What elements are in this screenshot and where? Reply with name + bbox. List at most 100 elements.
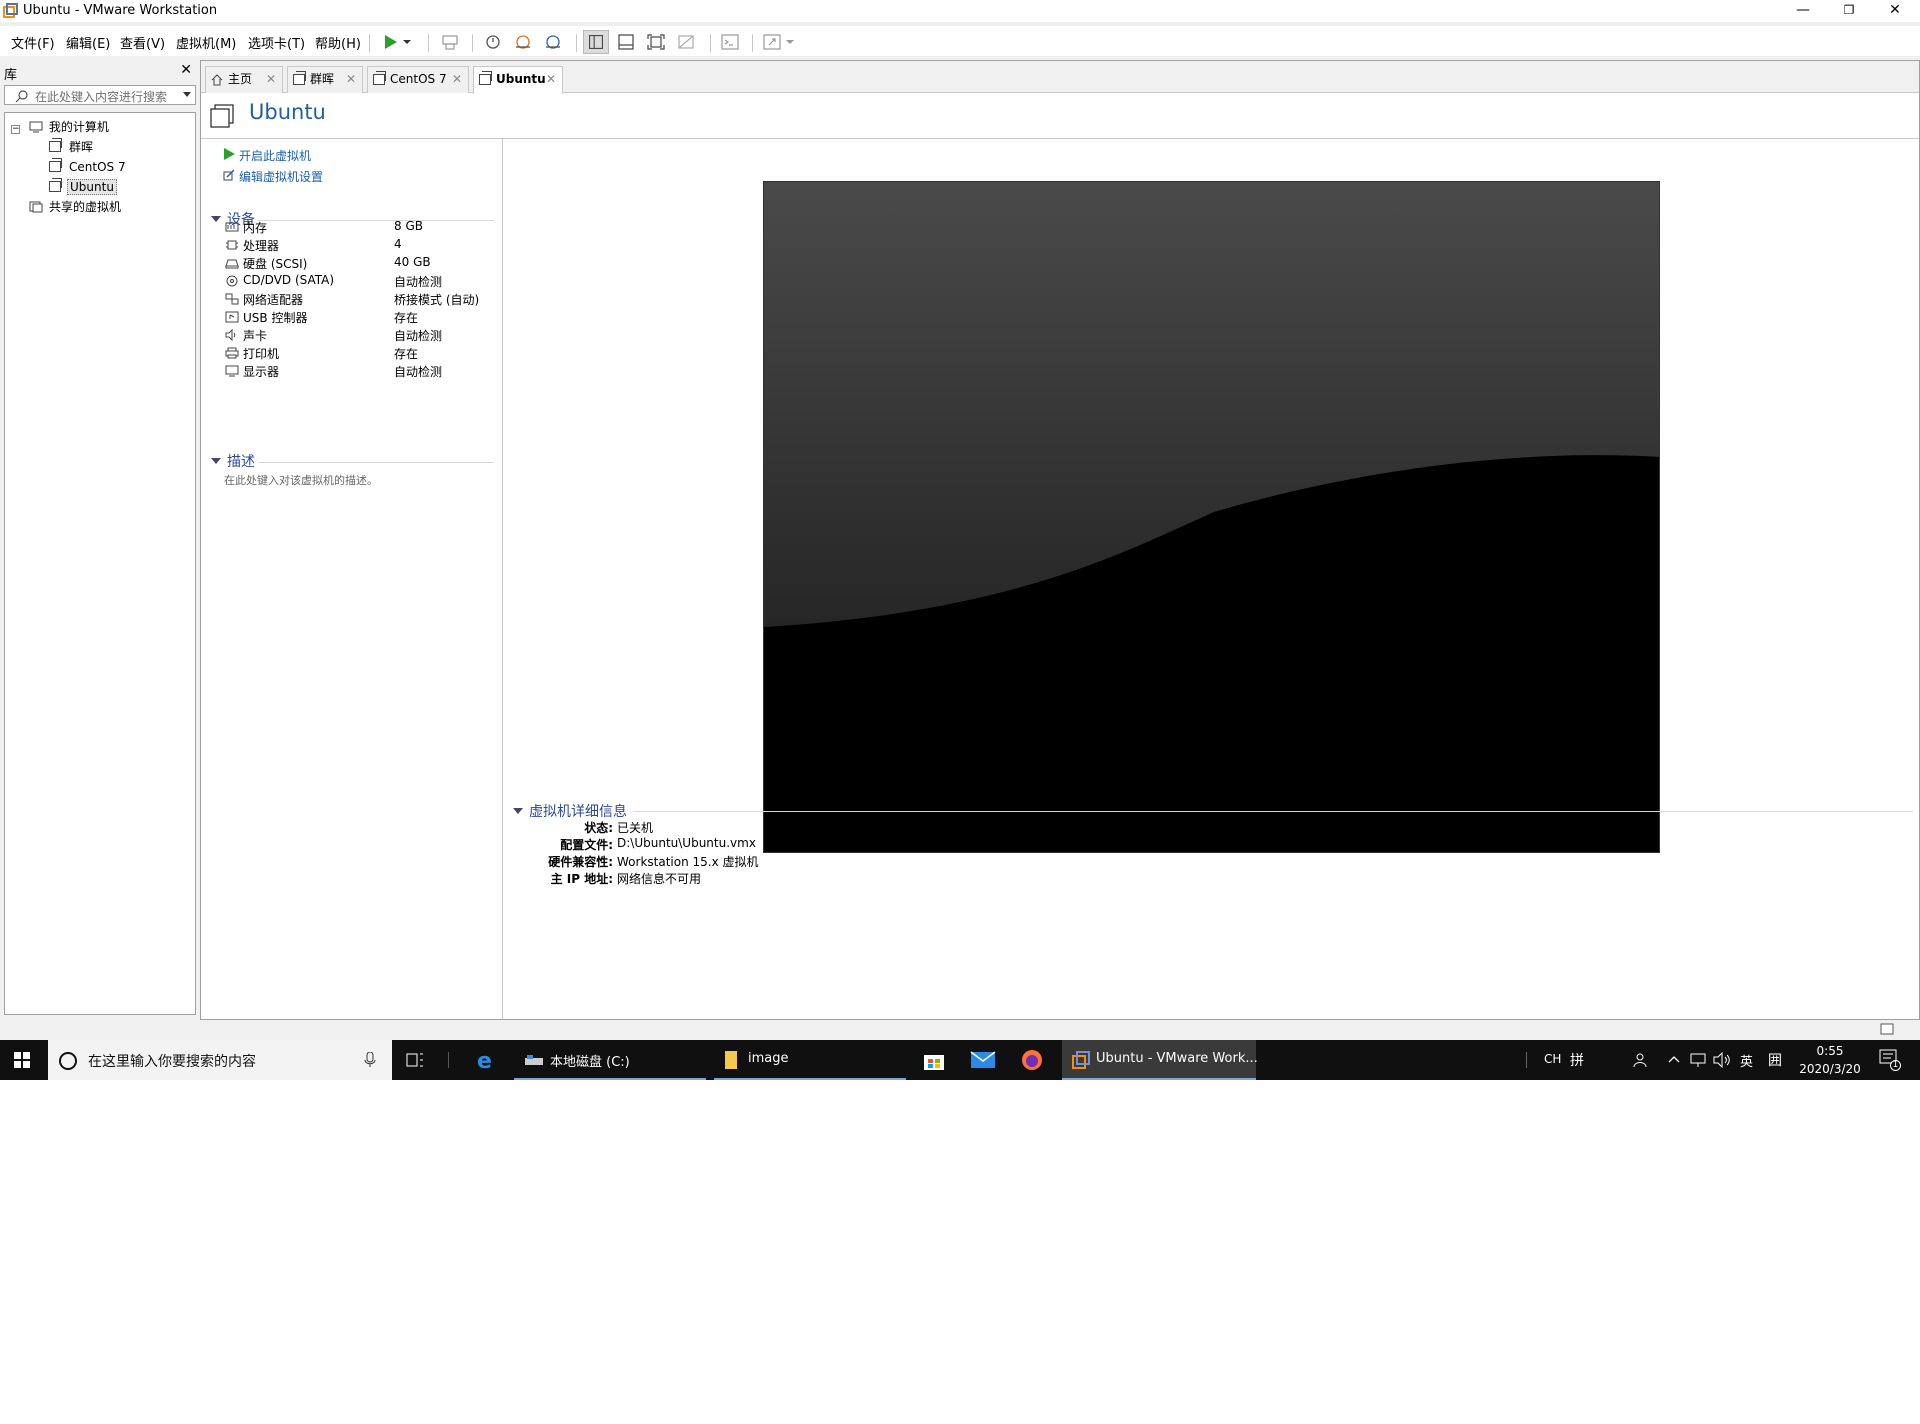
vm-details-section: 虚拟机详细信息 状态: 已关机 配置文件: D:\Ubuntu\Ubuntu.vmx 硬… xyxy=(513,801,1913,1001)
library-search-input[interactable]: 在此处键入内容进行搜索 xyxy=(4,85,196,105)
taskbar-app-label: image xyxy=(748,1051,789,1066)
vm-icon xyxy=(49,158,62,172)
dropdown-arrow-icon[interactable] xyxy=(784,30,796,54)
tab-close-icon[interactable]: ✕ xyxy=(546,67,556,92)
vmware-app-icon xyxy=(3,3,18,18)
tab-close-icon[interactable]: ✕ xyxy=(266,67,276,92)
stretch-icon[interactable] xyxy=(759,30,785,54)
device-row[interactable]: USB 控制器 存在 xyxy=(225,309,495,327)
tree-item-shared-vms[interactable]: 共享的虚拟机 xyxy=(29,199,123,216)
taskbar-app-explorer[interactable]: 本地磁盘 (C:) xyxy=(514,1040,706,1080)
close-button[interactable]: ✕ xyxy=(1872,0,1918,22)
library-panel: 库 ✕ 在此处键入内容进行搜索 − 我的计算机 群晖 CentOS 7 Ubun… xyxy=(4,60,196,1015)
vm-title: Ubuntu xyxy=(249,100,326,124)
toolbar-separator xyxy=(752,34,753,52)
show-hidden-icons-chevron-icon[interactable] xyxy=(1668,1054,1680,1064)
vm-screen-preview[interactable] xyxy=(763,181,1660,853)
taskbar-app-folder[interactable]: image xyxy=(714,1040,906,1080)
menu-view[interactable]: 查看(V) xyxy=(120,33,165,52)
notification-count-badge: 1 xyxy=(1890,1060,1901,1071)
manage-snapshots-icon[interactable] xyxy=(540,30,566,54)
minimize-button[interactable]: — xyxy=(1780,0,1826,22)
tree-item-vm[interactable]: CentOS 7 xyxy=(49,158,128,176)
device-row[interactable]: 打印机 存在 xyxy=(225,345,495,363)
taskbar-app-vmware[interactable]: Ubuntu - VMware Work... xyxy=(1062,1040,1258,1080)
device-row[interactable]: 内存 8 GB xyxy=(225,219,495,237)
windows-start-icon[interactable] xyxy=(14,1052,30,1068)
unity-icon[interactable] xyxy=(673,30,699,54)
device-name: 硬盘 (SCSI) xyxy=(243,257,308,271)
edge-browser-icon[interactable]: e xyxy=(475,1049,497,1071)
drive-icon xyxy=(525,1055,543,1065)
tree-item-vm-selected[interactable]: Ubuntu xyxy=(49,178,117,196)
details-section-header[interactable]: 虚拟机详细信息 xyxy=(513,801,627,821)
tree-item-vm[interactable]: 群晖 xyxy=(49,138,95,156)
vm-icon xyxy=(49,178,62,192)
menu-tabs[interactable]: 选项卡(T) xyxy=(248,33,305,52)
tray-separator xyxy=(1526,1052,1527,1068)
device-row[interactable]: 网络适配器 桥接模式 (自动) xyxy=(225,291,495,309)
library-view-icon[interactable] xyxy=(583,30,609,54)
send-keys-icon[interactable] xyxy=(437,30,463,54)
thumbnail-view-icon[interactable] xyxy=(613,30,639,54)
revert-snapshot-icon[interactable] xyxy=(510,30,536,54)
snapshot-icon[interactable] xyxy=(480,30,506,54)
fullscreen-icon[interactable] xyxy=(643,30,669,54)
hard-disk-icon xyxy=(225,259,239,269)
windows-taskbar: 在这里输入你要搜索的内容 e 本地磁盘 (C:) image Ubuntu - … xyxy=(0,1040,1920,1080)
taskbar-separator xyxy=(448,1052,449,1068)
menu-help[interactable]: 帮助(H) xyxy=(315,33,361,52)
tab-close-icon[interactable]: ✕ xyxy=(346,67,356,92)
tab-vm-active[interactable]: Ubuntu ✕ xyxy=(473,66,563,94)
vm-preview-graphic xyxy=(764,182,1659,852)
message-log-icon[interactable] xyxy=(1880,1023,1894,1035)
tree-item-my-computer[interactable]: − 我的计算机 xyxy=(11,119,111,136)
collapse-icon[interactable]: − xyxy=(11,125,20,134)
collapse-triangle-icon xyxy=(513,808,523,814)
device-row[interactable]: 硬盘 (SCSI) 40 GB xyxy=(225,255,495,273)
network-icon[interactable] xyxy=(1690,1052,1706,1068)
device-value: 桥接模式 (自动) xyxy=(394,293,480,307)
mail-icon[interactable] xyxy=(970,1050,996,1070)
details-header-label: 虚拟机详细信息 xyxy=(529,804,627,820)
clock-date: 2020/3/20 xyxy=(1799,1062,1861,1076)
volume-icon[interactable] xyxy=(1713,1052,1731,1068)
clock[interactable]: 0:55 2020/3/20 xyxy=(1792,1042,1868,1078)
library-search-placeholder: 在此处键入内容进行搜索 xyxy=(35,90,168,104)
detail-value: 网络信息不可用 xyxy=(617,872,702,886)
tab-vm[interactable]: CentOS 7 ✕ xyxy=(367,66,469,93)
device-row[interactable]: 显示器 自动检测 xyxy=(225,363,495,381)
ime-grid-indicator[interactable]: 囲 xyxy=(1768,1050,1782,1070)
vm-large-icon xyxy=(210,104,234,128)
device-row[interactable]: CD/DVD (SATA) 自动检测 xyxy=(225,273,495,291)
folder-icon xyxy=(725,1051,737,1069)
notifications-button[interactable]: 1 xyxy=(1878,1048,1902,1072)
library-close-button[interactable]: ✕ xyxy=(180,62,192,78)
console-icon[interactable] xyxy=(717,30,743,54)
toolbar-separator xyxy=(710,34,711,52)
description-placeholder[interactable]: 在此处键入对该虚拟机的描述。 xyxy=(224,472,378,488)
firefox-icon[interactable] xyxy=(1020,1048,1044,1072)
ime-mode-indicator[interactable]: 拼 xyxy=(1570,1050,1584,1070)
taskbar-search-box[interactable]: 在这里输入你要搜索的内容 xyxy=(48,1040,392,1080)
restore-button[interactable]: ❐ xyxy=(1826,0,1872,22)
people-icon[interactable] xyxy=(1632,1052,1648,1068)
search-icon xyxy=(15,90,28,103)
menu-vm[interactable]: 虚拟机(M) xyxy=(176,33,236,52)
tab-vm[interactable]: 群晖 ✕ xyxy=(287,66,363,93)
store-icon[interactable] xyxy=(922,1049,946,1071)
tab-label: Ubuntu xyxy=(496,72,546,86)
description-section-header[interactable]: 描述 xyxy=(211,451,255,471)
menu-edit[interactable]: 编辑(E) xyxy=(66,33,110,52)
menu-file[interactable]: 文件(F) xyxy=(11,33,55,52)
microphone-icon[interactable] xyxy=(364,1052,376,1068)
device-row[interactable]: 声卡 自动检测 xyxy=(225,327,495,345)
tab-home[interactable]: 主页 ✕ xyxy=(205,66,283,93)
ime-indicator[interactable]: CH xyxy=(1544,1052,1561,1066)
task-view-icon[interactable] xyxy=(406,1052,424,1068)
input-language-indicator[interactable]: 英 xyxy=(1740,1051,1753,1070)
chevron-down-icon[interactable] xyxy=(183,92,191,98)
device-row[interactable]: 处理器 4 xyxy=(225,237,495,255)
tab-close-icon[interactable]: ✕ xyxy=(452,67,462,92)
dropdown-arrow-icon[interactable] xyxy=(400,30,414,54)
